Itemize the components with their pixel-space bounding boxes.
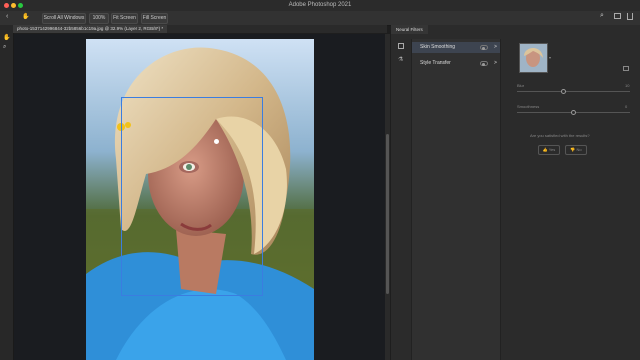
- filter-settings: ▾ Blur 10 Smoothness 0 Are you satisfied…: [508, 39, 640, 360]
- fit-screen-button[interactable]: Fit Screen: [111, 13, 138, 24]
- no-button[interactable]: 👎 No: [565, 145, 587, 155]
- neural-filters-tab[interactable]: Neural Filters: [391, 25, 428, 34]
- thumbs-up-icon: 👍: [542, 147, 548, 152]
- style-transfer-toggle[interactable]: [480, 61, 488, 66]
- no-label: No: [576, 147, 582, 152]
- filter-list: Skin Smoothing > Style Transfer >: [411, 39, 501, 360]
- skin-smoothing-toggle[interactable]: [480, 45, 488, 50]
- yes-button[interactable]: 👍 Yes: [538, 145, 560, 155]
- selection-box[interactable]: [121, 97, 263, 296]
- home-icon[interactable]: ‹: [6, 13, 8, 20]
- smoothness-label: Smoothness: [517, 104, 540, 109]
- options-bar: ‹ ✋ Scroll All Windows 100% Fit Screen F…: [0, 11, 640, 26]
- smoothness-value: 0: [625, 104, 628, 109]
- workspace-icon[interactable]: [614, 13, 621, 19]
- flask-icon[interactable]: ⚗: [398, 56, 403, 63]
- chevron-right-icon[interactable]: >: [494, 42, 497, 53]
- filter-item-skin-smoothing[interactable]: Skin Smoothing >: [412, 42, 500, 53]
- scrollbar-thumb[interactable]: [386, 134, 389, 294]
- document-tabs: photo-1537142996844-32b5856b1c19a.jpg @ …: [13, 25, 387, 33]
- blur-label: Blur: [517, 83, 525, 88]
- fill-screen-button[interactable]: Fill Screen: [141, 13, 168, 24]
- chevron-right-icon[interactable]: >: [494, 58, 497, 69]
- search-icon[interactable]: ⌕: [600, 12, 604, 20]
- layers-icon[interactable]: [398, 43, 404, 49]
- hand-tool-icon[interactable]: ✋: [3, 34, 10, 41]
- thumbs-down-icon: 👎: [570, 147, 576, 152]
- blur-slider-track[interactable]: [517, 91, 630, 92]
- app-title: Adobe Photoshop 2021: [288, 2, 352, 8]
- title-bar: Adobe Photoshop 2021: [0, 0, 640, 11]
- document-tab[interactable]: photo-1537142996844-32b5856b1c19a.jpg @ …: [13, 25, 168, 33]
- tools-panel: ✋ ⌕: [0, 25, 14, 360]
- zoom-100-button[interactable]: 100%: [89, 13, 109, 24]
- neural-filters-panel: Neural Filters ⚗ Skin Smoothing > Style …: [391, 25, 640, 360]
- thumbnail-image: [520, 44, 547, 72]
- preview-thumbnail[interactable]: [519, 43, 548, 73]
- smoothness-slider-knob[interactable]: [571, 110, 576, 115]
- filter-item-style-transfer[interactable]: Style Transfer >: [412, 58, 500, 69]
- share-icon[interactable]: [627, 13, 633, 20]
- vertical-scrollbar[interactable]: [385, 34, 390, 360]
- face-point-marker[interactable]: [214, 139, 219, 144]
- filter-label: Skin Smoothing: [420, 44, 456, 50]
- mask-icon[interactable]: [623, 66, 629, 71]
- zoom-tool-icon[interactable]: ⌕: [3, 44, 6, 51]
- yes-label: Yes: [548, 147, 556, 152]
- filter-label: Style Transfer: [420, 60, 451, 66]
- hand-tool-icon[interactable]: ✋: [22, 13, 29, 20]
- thumbnail-dropdown-icon[interactable]: ▾: [549, 55, 551, 60]
- scroll-all-windows-button[interactable]: Scroll All Windows: [42, 13, 86, 24]
- blur-slider-knob[interactable]: [561, 89, 566, 94]
- blur-value: 10: [625, 83, 630, 88]
- satisfaction-question: Are you satisfied with the results?: [530, 133, 590, 138]
